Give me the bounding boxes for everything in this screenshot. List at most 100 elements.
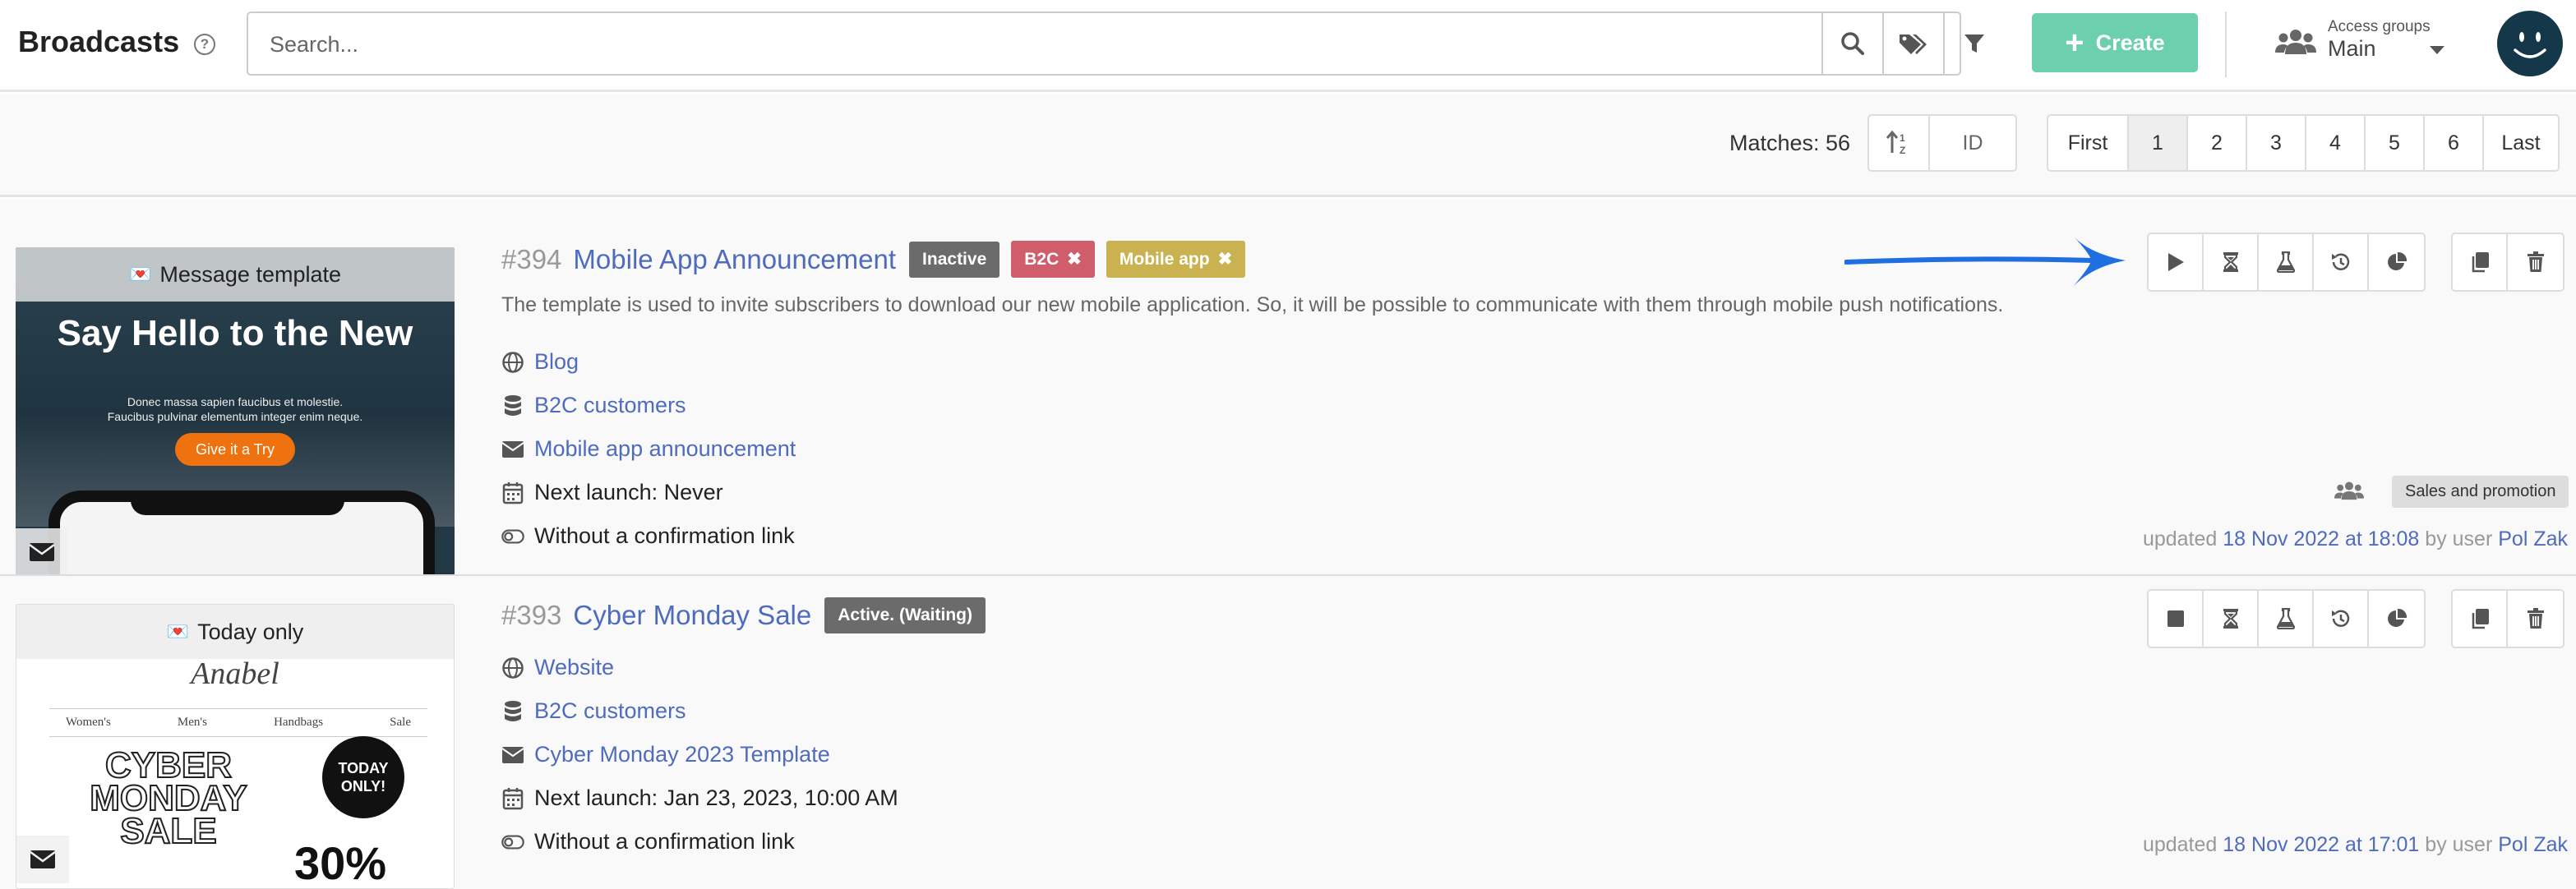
tag-badge: B2C ✖: [1011, 241, 1095, 278]
broadcast-description: The template is used to invite subscribe…: [501, 293, 2004, 316]
thumb-label: 💌 Message template: [16, 247, 455, 302]
updated-date-link[interactable]: 18 Nov 2022 at 17:01: [2223, 833, 2419, 856]
next-launch-row: Next launch: Jan 23, 2023, 10:00 AM: [501, 785, 898, 811]
start-button[interactable]: [2149, 234, 2204, 290]
toggle-off-icon: [501, 525, 524, 548]
thumb-sub: Faucibus pulvinar elementum integer enim…: [107, 410, 363, 423]
template-thumbnail[interactable]: Anabel Women's Men's Handbags Sale CYBER…: [16, 604, 455, 889]
page-2[interactable]: 2: [2188, 116, 2247, 170]
envelope-icon: [29, 543, 55, 561]
next-launch-row: Next launch: Never: [501, 480, 723, 505]
delete-button[interactable]: [2508, 234, 2563, 290]
template-link[interactable]: Mobile app announcement: [534, 436, 796, 462]
next-launch-text: Next launch: Never: [534, 480, 723, 504]
pie-chart-icon: [2387, 608, 2407, 627]
stats-button[interactable]: [2369, 591, 2424, 647]
globe-icon: [501, 351, 524, 374]
stop-button[interactable]: [2149, 591, 2204, 647]
page-1[interactable]: 1: [2129, 116, 2188, 170]
segment-link[interactable]: B2C customers: [534, 393, 686, 418]
segment-link[interactable]: B2C customers: [534, 698, 686, 724]
globe-icon: [501, 656, 524, 679]
template-row: Cyber Monday 2023 Template: [501, 742, 830, 767]
pie-chart-icon: [2387, 251, 2407, 270]
updated-date-link[interactable]: 18 Nov 2022 at 18:08: [2223, 527, 2419, 550]
envelope-icon: [501, 438, 524, 461]
confirmation-text: Without a confirmation link: [534, 523, 795, 548]
calendar-icon: [501, 481, 524, 504]
question-circle-icon[interactable]: ?: [194, 34, 215, 55]
thumb-cta: Give it a Try: [175, 433, 295, 466]
database-icon: [501, 394, 524, 417]
template-thumbnail[interactable]: Say Hello to the New Donec massa sapien …: [16, 247, 455, 576]
tags-icon: [1900, 35, 1927, 54]
copy-button[interactable]: [2453, 234, 2508, 290]
history-button[interactable]: [2314, 591, 2369, 647]
hourglass-icon: [2223, 609, 2238, 629]
search-button[interactable]: [1821, 13, 1882, 74]
copy-icon: [2472, 609, 2489, 629]
page-3[interactable]: 3: [2247, 116, 2306, 170]
thumb-circle-badge: TODAY ONLY!: [322, 736, 404, 818]
sort-direction-button[interactable]: 1Z: [1869, 116, 1930, 170]
schedule-button[interactable]: [2204, 234, 2259, 290]
remove-tag-icon[interactable]: ✖: [1218, 249, 1233, 269]
envelope-icon: [501, 744, 524, 767]
status-badge: Inactive: [909, 241, 1000, 278]
source-link[interactable]: Website: [534, 655, 614, 680]
filter-icon: [1964, 35, 1984, 53]
broadcast-actions: [2147, 233, 2426, 292]
updated-user-link[interactable]: Pol Zak: [2498, 527, 2568, 550]
updated-user-link[interactable]: Pol Zak: [2498, 833, 2568, 856]
chevron-down-icon: [2430, 46, 2444, 54]
page-last[interactable]: Last: [2484, 116, 2558, 170]
delete-button[interactable]: [2508, 591, 2563, 647]
broadcast-title[interactable]: Cyber Monday Sale: [573, 600, 811, 631]
page-6[interactable]: 6: [2425, 116, 2484, 170]
list-toolbar: Matches: 56 1Z ID First 1 2 3 4 5 6 Last: [0, 94, 2576, 197]
users-icon: [2275, 30, 2316, 54]
smiley-icon: [2514, 32, 2546, 58]
access-groups-value: Main: [2328, 36, 2376, 61]
stats-button[interactable]: [2369, 234, 2424, 290]
search-box: [247, 12, 1961, 76]
test-button[interactable]: [2259, 591, 2314, 647]
confirmation-row: Without a confirmation link: [501, 829, 795, 854]
source-link[interactable]: Blog: [534, 349, 579, 375]
broadcast-number: #393: [501, 600, 562, 630]
test-button[interactable]: [2259, 234, 2314, 290]
tags-filter-button[interactable]: [1882, 13, 1943, 74]
svg-text:1: 1: [1900, 132, 1905, 144]
page-first[interactable]: First: [2048, 116, 2129, 170]
flask-icon: [2276, 608, 2295, 629]
thumb-percent: 30%: [294, 837, 387, 889]
play-icon: [2167, 253, 2184, 271]
stop-icon: [2167, 610, 2184, 627]
broadcast-actions: [2147, 589, 2426, 648]
segment-row: B2C customers: [501, 698, 686, 724]
broadcast-title[interactable]: Mobile App Announcement: [573, 244, 896, 275]
remove-tag-icon[interactable]: ✖: [1067, 249, 1082, 269]
access-groups-label: Access groups: [2328, 18, 2431, 35]
search-input[interactable]: [270, 28, 1831, 61]
access-groups-dropdown[interactable]: Access groups Main: [2275, 16, 2448, 74]
avatar[interactable]: [2497, 11, 2563, 76]
thumb-label: 💌 Today only: [16, 605, 454, 659]
history-button[interactable]: [2314, 234, 2369, 290]
broadcast-manage-actions: [2451, 589, 2564, 648]
hourglass-icon: [2223, 252, 2238, 272]
heart-envelope-icon: 💌: [166, 621, 190, 642]
page-4[interactable]: 4: [2306, 116, 2366, 170]
template-link[interactable]: Cyber Monday 2023 Template: [534, 742, 830, 767]
page-title: Broadcasts: [18, 25, 180, 58]
copy-button[interactable]: [2453, 591, 2508, 647]
status-badge: Active. (Waiting): [824, 597, 986, 633]
plus-icon: +: [2065, 25, 2084, 61]
filter-button[interactable]: [1943, 13, 2004, 74]
sort-field-id[interactable]: ID: [1930, 116, 2015, 170]
updated-info: updated 18 Nov 2022 at 18:08 by user Pol…: [2142, 527, 2568, 550]
page-5[interactable]: 5: [2366, 116, 2425, 170]
create-button[interactable]: + Create: [2032, 13, 2198, 72]
schedule-button[interactable]: [2204, 591, 2259, 647]
segment-row: B2C customers: [501, 393, 686, 418]
